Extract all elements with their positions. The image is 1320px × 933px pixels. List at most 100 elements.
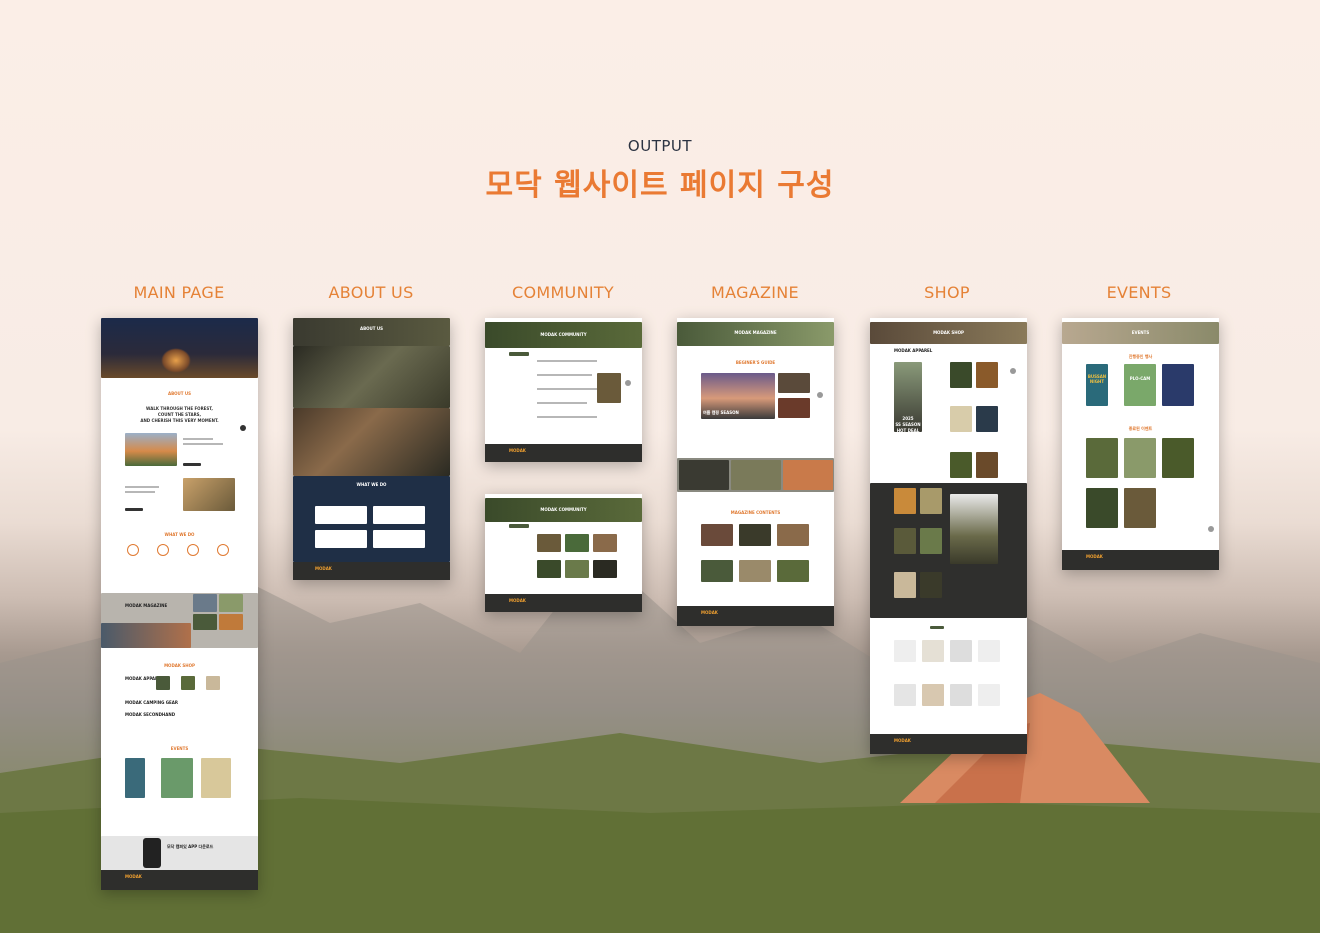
gear-product-4[interactable] (920, 528, 942, 554)
community2-banner-title: MODAK COMMUNITY (540, 507, 587, 512)
about-footer (293, 562, 450, 580)
gallery-thumb-1 (537, 534, 561, 552)
community-next-button[interactable] (625, 380, 631, 386)
shop-filter-tab[interactable] (930, 626, 944, 629)
magazine-next-button[interactable] (817, 392, 823, 398)
phone-image (143, 838, 161, 868)
tagline-2: COUNT THE STARS, (157, 412, 202, 417)
product-jacket-3[interactable] (976, 406, 998, 432)
more-button[interactable] (183, 463, 201, 466)
tagline-3: AND CHERISH THIS VERY MOMENT. (140, 418, 219, 423)
magazine-heading: MODAK MAGAZINE (125, 603, 168, 608)
shop-secondhand[interactable]: MODAK SECONDHAND (125, 712, 205, 717)
gallery-thumb-2 (565, 534, 589, 552)
ended-event-2[interactable] (1124, 438, 1156, 478)
community-sidebar-tab[interactable] (509, 352, 529, 356)
event-poster-2 (161, 758, 193, 798)
beginners-guide-heading: BEGINER'S GUIDE (735, 360, 776, 365)
events-top-button[interactable] (1208, 526, 1214, 532)
model-image (950, 494, 998, 564)
gallery-thumb-3 (593, 534, 617, 552)
gallery-thumb-4 (537, 560, 561, 578)
tagline-1: WALK THROUGH THE FOREST, (146, 406, 213, 411)
community2-footer-logo[interactable]: MODAK (509, 598, 526, 603)
community-page-screenshot-1: MODAK COMMUNITY MODAK (485, 318, 642, 462)
contents-thumb-2 (739, 524, 771, 546)
product-shirt[interactable] (976, 452, 998, 478)
gear-chair-2[interactable] (922, 640, 944, 662)
gallery-thumb-6 (593, 560, 617, 578)
about-heading: ABOUT US (167, 391, 192, 396)
service-card-1[interactable] (315, 506, 367, 524)
gear-stove[interactable] (978, 640, 1000, 662)
scroll-top-button[interactable] (240, 425, 246, 431)
gear-cooker[interactable] (950, 640, 972, 662)
label-shop: SHOP (924, 283, 970, 302)
footer-logo[interactable]: MODAK (125, 874, 142, 879)
gear-wagon[interactable] (950, 684, 972, 706)
product-jacket-1[interactable] (950, 362, 972, 388)
event-poster-3 (201, 758, 231, 798)
label-main-page: MAIN PAGE (133, 283, 225, 302)
about-photo-2 (293, 408, 450, 476)
poster-busan-text: BUSSAN NIGHT (1087, 374, 1107, 384)
service-card-3[interactable] (315, 530, 367, 548)
product-tshirt[interactable] (950, 452, 972, 478)
promo-season: SS SEASON (895, 422, 921, 427)
shop-banner-title: MODAK SHOP (933, 330, 964, 335)
events-footer-logo[interactable]: MODAK (1086, 554, 1103, 559)
gear-table[interactable] (922, 684, 944, 706)
product-thumb-3 (206, 676, 220, 690)
shop-gear[interactable]: MODAK CAMPING GEAR (125, 700, 205, 705)
page-title: 모닥 웹사이트 페이지 구성 (485, 168, 835, 203)
ended-event-4[interactable] (1086, 488, 1118, 528)
about-footer-logo[interactable]: MODAK (315, 566, 332, 571)
event-poster-3[interactable] (1162, 364, 1194, 406)
app-download-text: 모닥 캠퍼있 APP 다운로드 (167, 844, 214, 849)
service-card-2[interactable] (373, 506, 425, 524)
ended-event-1[interactable] (1086, 438, 1118, 478)
community2-tab[interactable] (509, 524, 529, 528)
gear-product-1[interactable] (894, 488, 916, 514)
ended-event-3[interactable] (1162, 438, 1194, 478)
gear-product-2[interactable] (920, 488, 942, 514)
guide-thumb-1 (778, 373, 810, 393)
ended-events-heading: 종료된 이벤트 (1128, 426, 1153, 431)
gear-product-6[interactable] (920, 572, 942, 598)
gear-product-5[interactable] (894, 572, 916, 598)
gear-chair-1[interactable] (894, 640, 916, 662)
shop-footer-logo[interactable]: MODAK (894, 738, 911, 743)
contents-thumb-6 (777, 560, 809, 582)
event-poster-plocam[interactable] (1124, 364, 1156, 406)
app-banner (101, 836, 258, 870)
community-footer-logo[interactable]: MODAK (509, 448, 526, 453)
community-page-screenshot-2: MODAK COMMUNITY MODAK (485, 494, 642, 612)
magazine-footer-logo[interactable]: MODAK (701, 610, 718, 615)
product-jacket-2[interactable] (976, 362, 998, 388)
shop-category[interactable]: MODAK APPAREL (894, 348, 934, 353)
more-button-2[interactable] (125, 508, 143, 511)
whatwedo-heading: WHAT WE DO (164, 532, 195, 537)
shop-next-button[interactable] (1010, 368, 1016, 374)
gear-item-5[interactable] (894, 684, 916, 706)
events-page-screenshot: EVENTS 진행중인 행사 BUSSAN NIGHT PLO-CAM 종료된 … (1062, 318, 1219, 570)
community-banner-title: MODAK COMMUNITY (540, 332, 587, 337)
events-footer (1062, 550, 1219, 570)
promo-deal: HOT DEAL (896, 428, 920, 433)
about-banner-title: ABOUT US (359, 326, 384, 331)
guide-thumb-2 (778, 398, 810, 418)
service-card-4[interactable] (373, 530, 425, 548)
magazine-banner-image (101, 623, 191, 648)
magazine-thumb-2 (219, 594, 243, 612)
footer (101, 870, 258, 890)
about-photo-1 (293, 346, 450, 408)
about-whatwedo: WHAT WE DO (356, 482, 387, 487)
gear-product-3[interactable] (894, 528, 916, 554)
strip-photo-1 (679, 460, 729, 490)
community2-footer (485, 594, 642, 612)
event-poster-busan[interactable] (1086, 364, 1108, 406)
event-poster-1 (125, 758, 145, 798)
ended-event-5[interactable] (1124, 488, 1156, 528)
product-pants[interactable] (950, 406, 972, 432)
gear-lantern[interactable] (978, 684, 1000, 706)
